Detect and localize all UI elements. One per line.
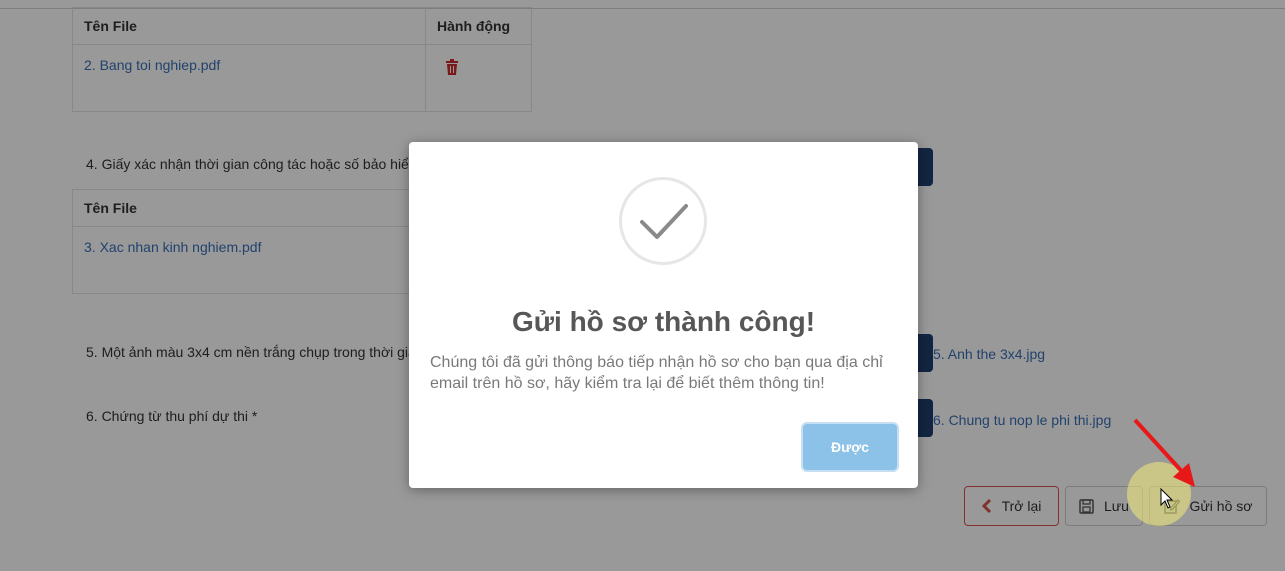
success-circle xyxy=(619,177,707,265)
dialog-title: Gửi hồ sơ thành công! xyxy=(511,306,816,337)
dialog-message: Chúng tôi đã gửi thông báo tiếp nhận hồ … xyxy=(430,354,883,392)
mouse-cursor-icon xyxy=(1160,487,1174,515)
success-dialog: Gửi hồ sơ thành công! Chúng tôi đã gửi t… xyxy=(409,142,918,488)
confirm-button[interactable]: Được xyxy=(803,424,897,470)
annotation-arrow-icon xyxy=(1125,415,1225,500)
check-icon xyxy=(640,204,688,239)
